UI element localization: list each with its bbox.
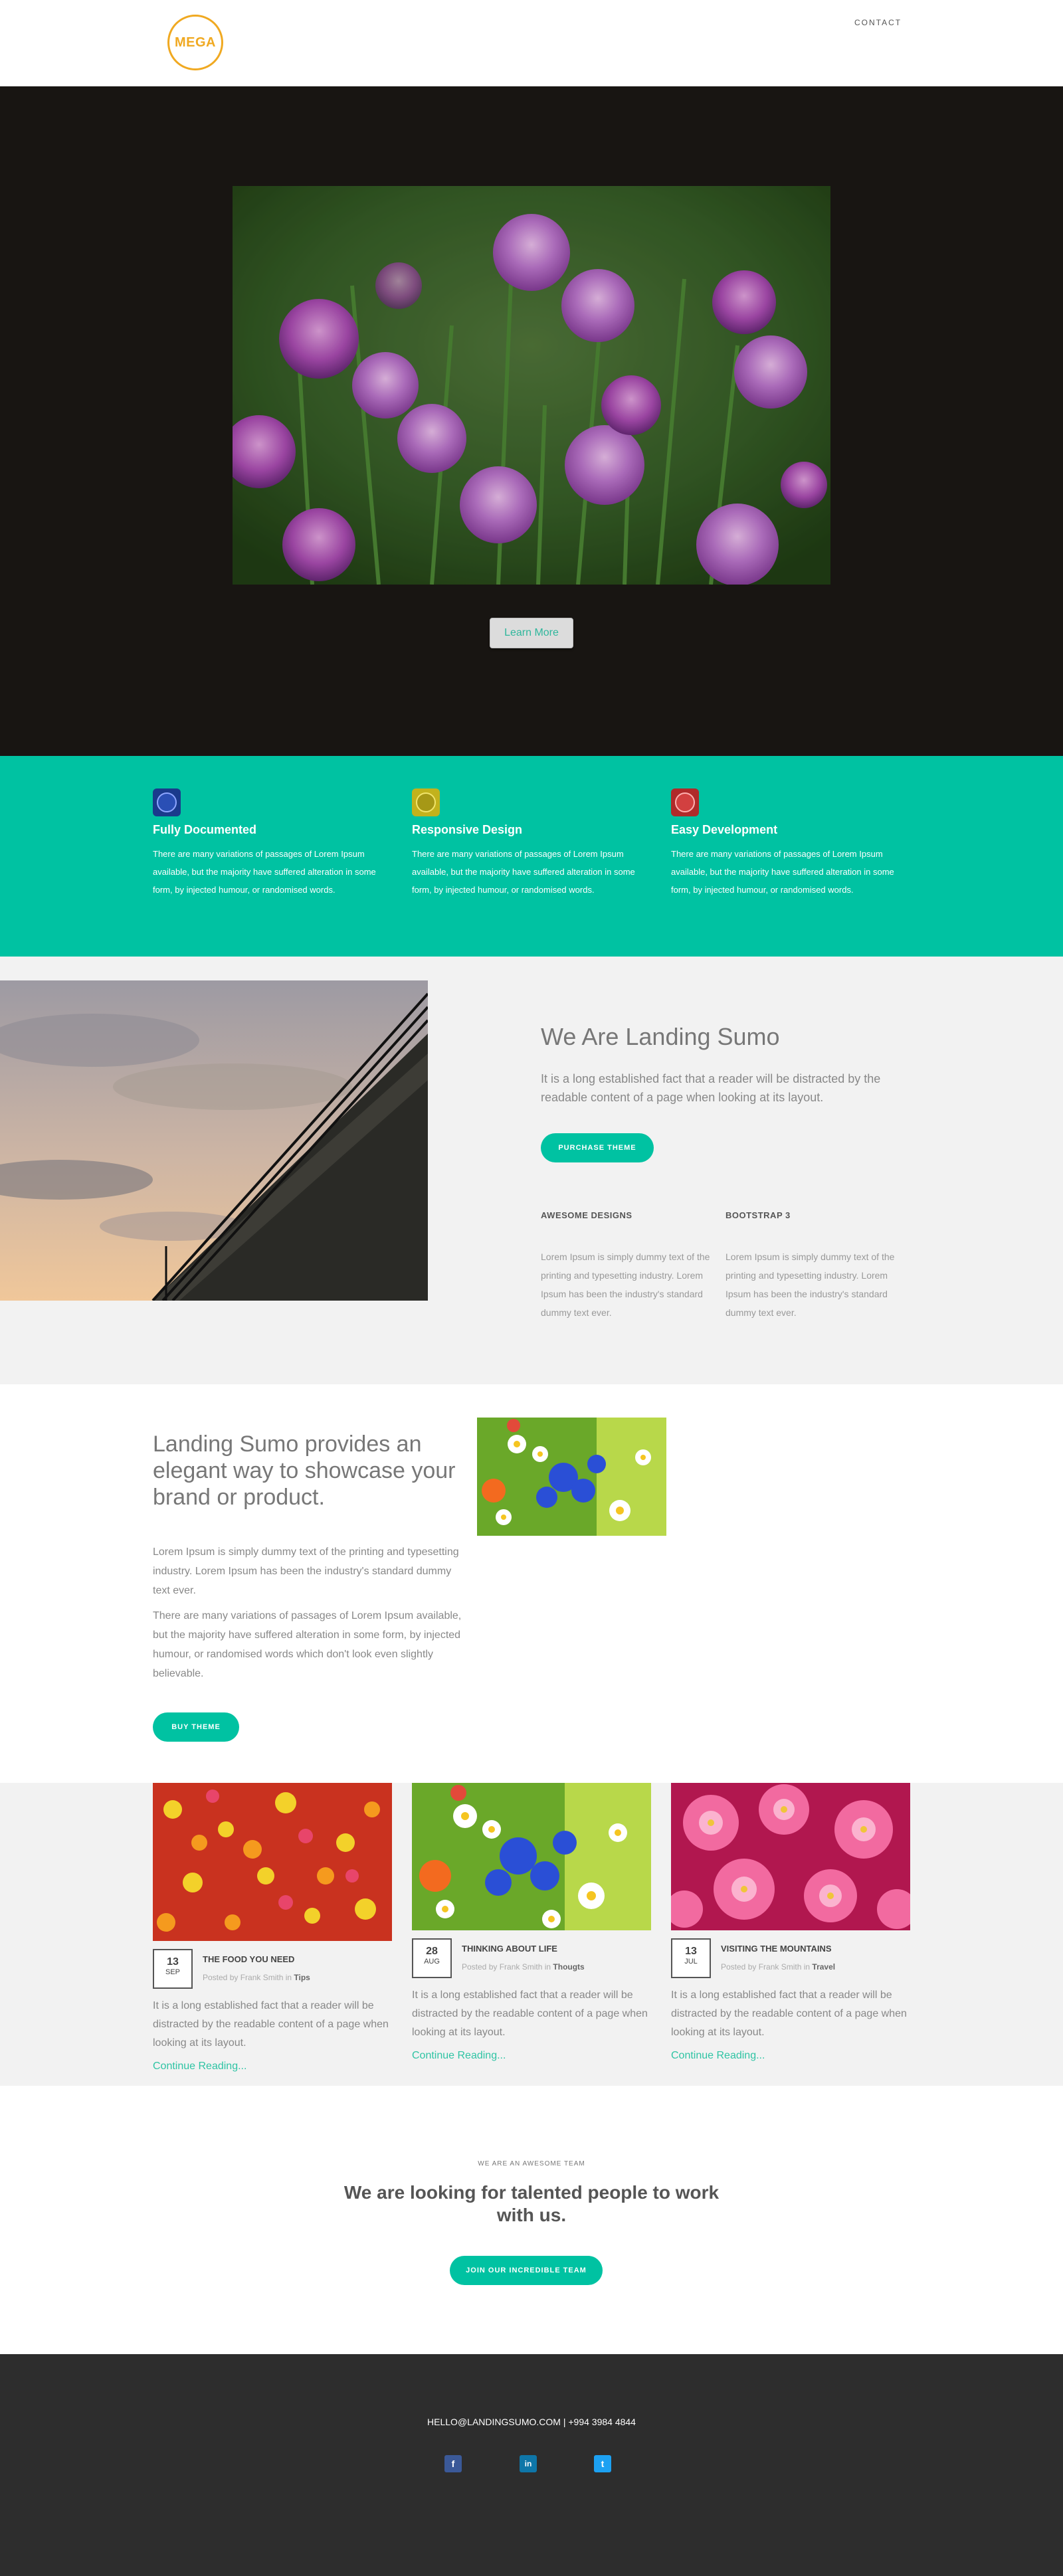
- feature-easy-development: Easy Development There are many variatio…: [671, 788, 897, 899]
- post-date-badge: 28 AUG: [412, 1938, 452, 1978]
- post-category[interactable]: Tips: [294, 1973, 310, 1982]
- hero-flowers-image: [233, 186, 830, 585]
- col-text-awesome-designs: Lorem Ipsum is simply dummy text of the …: [541, 1251, 710, 1318]
- responsive-icon: [412, 788, 440, 816]
- post-meta: Posted by Frank Smith in Travel: [721, 1962, 835, 1972]
- post-date-badge: 13 SEP: [153, 1949, 193, 1989]
- post-date-month: JUL: [684, 1958, 698, 1966]
- feature-responsive-design: Responsive Design There are many variati…: [412, 788, 638, 899]
- post-image-wildflowers[interactable]: [412, 1783, 651, 1930]
- feature-text: There are many variations of passages of…: [671, 849, 894, 895]
- showcase-title: Landing Sumo provides an elegant way to …: [153, 1431, 456, 1510]
- post-image-pink-roses[interactable]: [671, 1783, 910, 1930]
- site-footer: HELLO@LANDINGSUMO.COM | +994 3984 4844 f…: [0, 2354, 1063, 2576]
- learn-more-button[interactable]: Learn More: [490, 618, 573, 648]
- post-image-flower-field[interactable]: [153, 1783, 392, 1941]
- documented-icon: [153, 788, 181, 816]
- post-category[interactable]: Travel: [812, 1962, 835, 1972]
- feature-title: Responsive Design: [412, 823, 523, 836]
- post-date-day: 13: [685, 1946, 697, 1957]
- post-date-month: SEP: [165, 1968, 180, 1976]
- blog-post: 13 SEP THE FOOD YOU NEED Posted by Frank…: [153, 1783, 392, 2072]
- team-title: We are looking for talented people to wo…: [343, 2182, 720, 2225]
- features-section: Fully Documented There are many variatio…: [0, 756, 1063, 957]
- about-section: We Are Landing Sumo It is a long establi…: [0, 957, 1063, 1384]
- blog-post: 28 AUG THINKING ABOUT LIFE Posted by Fra…: [412, 1783, 651, 2061]
- bridge-sunset-image: [0, 980, 428, 1301]
- post-excerpt: It is a long established fact that a rea…: [412, 1989, 648, 2038]
- wildflowers-image: [477, 1418, 666, 1536]
- site-header: MEGA CONTACT: [0, 0, 1063, 86]
- team-section: WE ARE AN AWESOME TEAM We are looking fo…: [0, 2086, 1063, 2354]
- post-date-day: 28: [426, 1946, 438, 1957]
- blog-section: 13 SEP THE FOOD YOU NEED Posted by Frank…: [0, 1783, 1063, 2086]
- twitter-icon[interactable]: t: [594, 2455, 611, 2472]
- purchase-theme-button[interactable]: PURCHASE THEME: [541, 1133, 654, 1162]
- about-lead: It is a long established fact that a rea…: [541, 1072, 881, 1104]
- continue-reading-link[interactable]: Continue Reading...: [153, 2061, 246, 2072]
- showcase-paragraph-1: Lorem Ipsum is simply dummy text of the …: [153, 1546, 459, 1596]
- linkedin-icon[interactable]: in: [520, 2455, 537, 2472]
- continue-reading-link[interactable]: Continue Reading...: [671, 2050, 765, 2062]
- join-team-button[interactable]: JOIN OUR INCREDIBLE TEAM: [450, 2256, 603, 2285]
- post-category[interactable]: Thougts: [553, 1962, 584, 1972]
- showcase-section: Landing Sumo provides an elegant way to …: [0, 1384, 1063, 1783]
- post-title[interactable]: THE FOOD YOU NEED: [203, 1954, 294, 1964]
- buy-theme-button[interactable]: BUY THEME: [153, 1712, 239, 1742]
- continue-reading-link[interactable]: Continue Reading...: [412, 2050, 506, 2062]
- post-date-month: AUG: [424, 1958, 440, 1966]
- post-excerpt: It is a long established fact that a rea…: [153, 2000, 389, 2049]
- logo[interactable]: MEGA: [167, 15, 223, 70]
- facebook-icon[interactable]: f: [444, 2455, 462, 2472]
- post-meta-prefix: Posted by Frank Smith in: [721, 1962, 811, 1972]
- feature-title: Easy Development: [671, 823, 778, 836]
- about-title: We Are Landing Sumo: [541, 1023, 780, 1050]
- post-meta: Posted by Frank Smith in Tips: [203, 1973, 310, 1982]
- showcase-paragraph-2: There are many variations of passages of…: [153, 1610, 462, 1679]
- post-meta: Posted by Frank Smith in Thougts: [462, 1962, 585, 1972]
- col-text-bootstrap: Lorem Ipsum is simply dummy text of the …: [725, 1251, 895, 1318]
- hero-section: Learn More: [0, 86, 1063, 756]
- footer-contact: HELLO@LANDINGSUMO.COM | +994 3984 4844: [427, 2417, 636, 2427]
- post-title[interactable]: THINKING ABOUT LIFE: [462, 1944, 557, 1954]
- post-excerpt: It is a long established fact that a rea…: [671, 1989, 907, 2038]
- col-title-awesome-designs: AWESOME DESIGNS: [541, 1210, 632, 1220]
- team-eyebrow: WE ARE AN AWESOME TEAM: [478, 2160, 585, 2167]
- col-title-bootstrap: BOOTSTRAP 3: [725, 1210, 791, 1220]
- post-meta-prefix: Posted by Frank Smith in: [462, 1962, 551, 1972]
- feature-title: Fully Documented: [153, 823, 257, 836]
- feature-text: There are many variations of passages of…: [412, 849, 635, 895]
- blog-post: 13 JUL VISITING THE MOUNTAINS Posted by …: [671, 1783, 910, 2061]
- post-title[interactable]: VISITING THE MOUNTAINS: [721, 1944, 832, 1954]
- feature-fully-documented: Fully Documented There are many variatio…: [153, 788, 379, 899]
- development-icon: [671, 788, 699, 816]
- feature-text: There are many variations of passages of…: [153, 849, 376, 895]
- post-meta-prefix: Posted by Frank Smith in: [203, 1973, 292, 1982]
- post-date-day: 13: [167, 1956, 179, 1968]
- post-date-badge: 13 JUL: [671, 1938, 711, 1978]
- nav-contact-link[interactable]: CONTACT: [854, 18, 902, 27]
